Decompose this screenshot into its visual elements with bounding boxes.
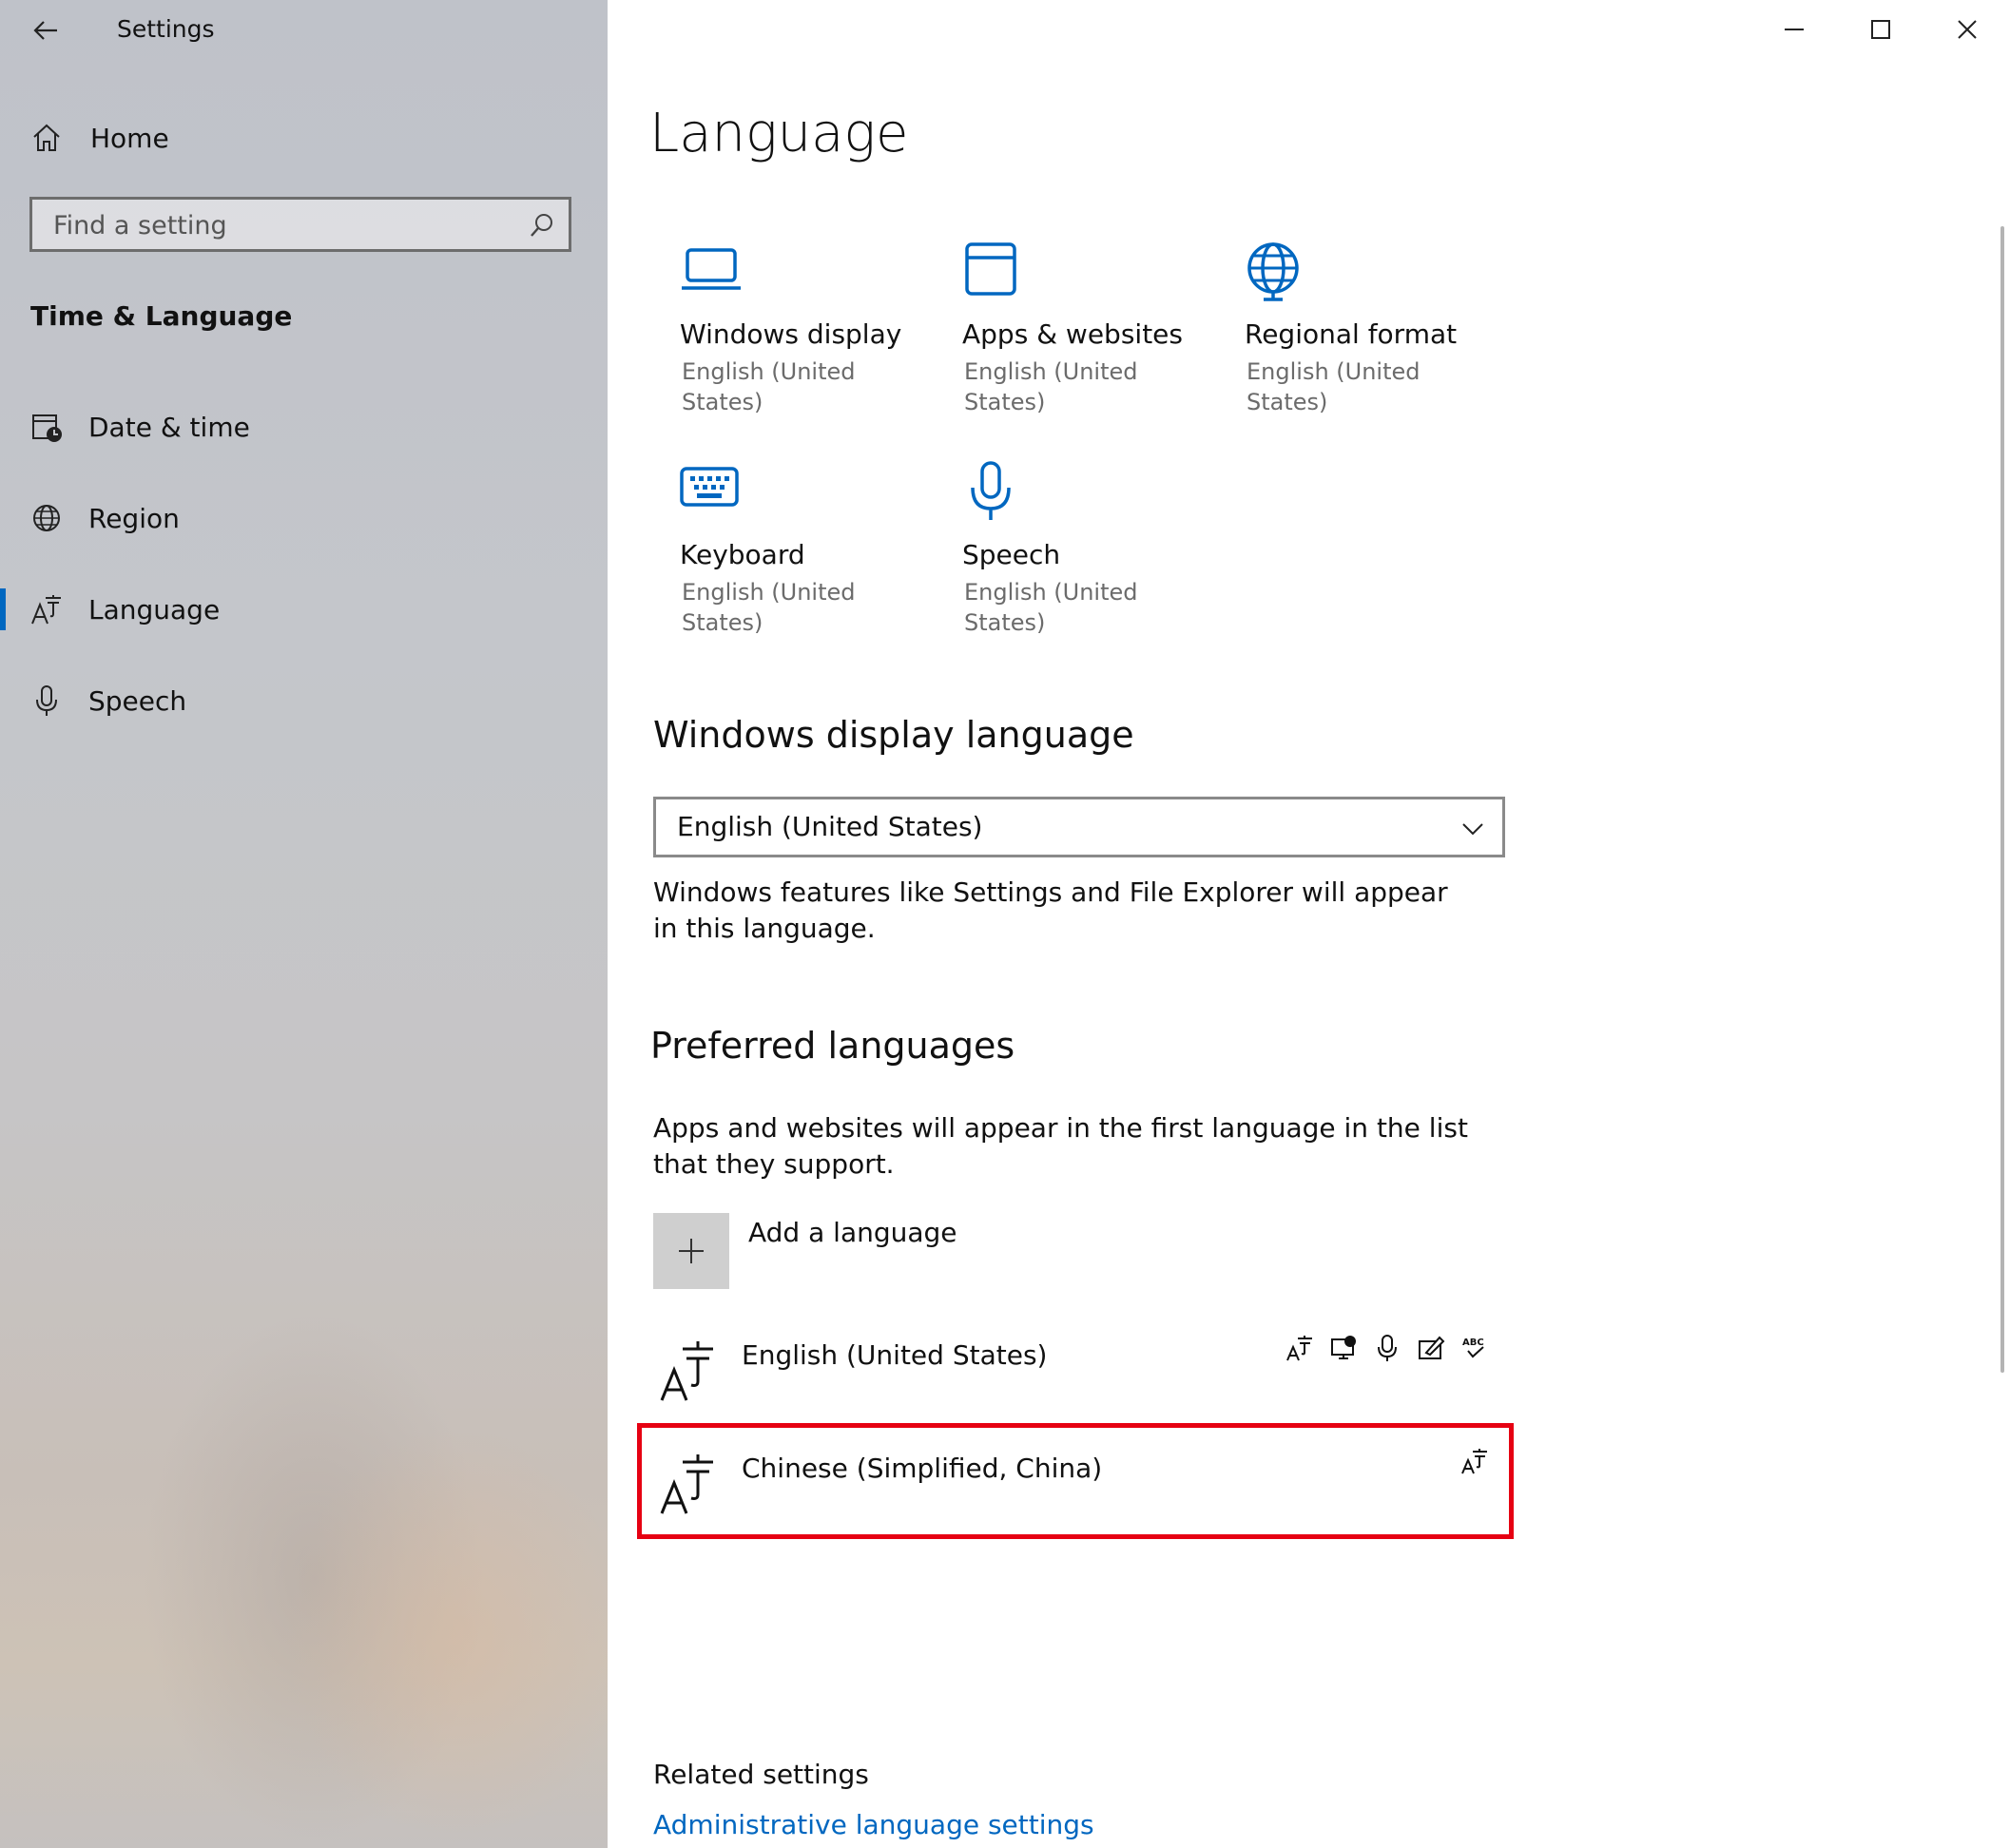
chevron-down-icon <box>1462 823 1483 836</box>
sidebar-item-language[interactable]: Language <box>0 571 608 647</box>
sidebar-item-date-time[interactable]: Date & time <box>0 389 608 465</box>
display-language-description: Windows features like Settings and File … <box>653 876 1448 944</box>
spellcheck-cap-icon: ABC <box>1459 1332 1491 1364</box>
home-icon <box>30 122 63 154</box>
calendar-clock-icon <box>30 411 63 443</box>
maximize-icon <box>1871 20 1890 39</box>
language-icon <box>30 593 63 626</box>
tile-title: Regional format <box>1245 318 1458 350</box>
plus-icon <box>679 1239 704 1263</box>
microphone-icon <box>971 461 1011 520</box>
close-icon <box>1958 20 1977 39</box>
svg-text:ABC: ABC <box>1462 1338 1484 1348</box>
language-name: English (United States) <box>742 1339 1048 1371</box>
dropdown-value: English (United States) <box>677 811 983 842</box>
add-language-label[interactable]: Add a language <box>748 1217 957 1248</box>
tile-title: Keyboard <box>680 539 805 570</box>
tile-subtitle: English (United States) <box>1247 358 1421 415</box>
search-icon[interactable] <box>529 212 555 239</box>
scrollbar[interactable] <box>2000 226 2004 1373</box>
globe-icon <box>1247 242 1299 301</box>
laptop-icon <box>682 248 741 290</box>
minimize-icon <box>1785 29 1804 30</box>
speech-recognition-cap-icon <box>1371 1332 1403 1364</box>
search-input[interactable] <box>51 200 512 251</box>
display-language-cap-icon <box>1284 1332 1316 1364</box>
tile-subtitle: English (United States) <box>964 358 1138 415</box>
sidebar-item-label: Home <box>90 122 169 154</box>
arrow-left-icon <box>33 21 57 40</box>
tile-subtitle: English (United States) <box>964 579 1138 636</box>
keyboard-icon <box>680 467 739 507</box>
sidebar-item-speech[interactable]: Speech <box>0 663 608 739</box>
title-bar: Settings <box>0 0 608 61</box>
tile-subtitle: English (United States) <box>682 579 856 636</box>
preferred-languages-description: Apps and websites will appear in the fir… <box>653 1112 1468 1180</box>
sidebar: Settings Home Time & Language Date & tim… <box>0 0 608 1848</box>
sidebar-item-label: Region <box>88 502 180 534</box>
sidebar-item-label: Date & time <box>88 411 250 443</box>
sidebar-item-label: Speech <box>88 684 187 717</box>
administrative-language-settings-link[interactable]: Administrative language settings <box>653 1809 1094 1840</box>
close-button[interactable] <box>1924 0 2010 59</box>
sidebar-item-region[interactable]: Region <box>0 480 608 556</box>
tile-title: Windows display <box>680 318 902 350</box>
minimize-button[interactable] <box>1751 0 1837 59</box>
related-settings-heading: Related settings <box>653 1759 869 1790</box>
language-icon <box>660 1341 713 1401</box>
sidebar-item-label: Language <box>88 593 221 626</box>
highlight-box <box>637 1423 1514 1539</box>
language-capabilities: ABC <box>1284 1332 1491 1364</box>
page-title: Language <box>649 103 909 164</box>
globe-icon <box>30 502 63 534</box>
display-language-dropdown[interactable]: English (United States) <box>653 797 1505 857</box>
maximize-button[interactable] <box>1838 0 1923 59</box>
background-fog <box>285 1426 608 1844</box>
language-row-english[interactable]: English (United States) ABC <box>637 1326 1514 1433</box>
tile-subtitle: English (United States) <box>682 358 856 415</box>
microphone-icon <box>30 684 63 717</box>
back-button[interactable] <box>27 11 65 49</box>
display-language-heading: Windows display language <box>653 714 1134 756</box>
sidebar-item-home[interactable]: Home <box>0 100 608 176</box>
section-title: Time & Language <box>30 300 293 332</box>
preferred-languages-heading: Preferred languages <box>650 1025 1015 1067</box>
handwriting-cap-icon <box>1415 1332 1447 1364</box>
tile-title: Speech <box>962 539 1061 570</box>
add-language-button[interactable] <box>653 1213 729 1289</box>
tile-title: Apps & websites <box>962 318 1183 350</box>
text-to-speech-cap-icon <box>1327 1332 1360 1364</box>
window-icon <box>965 242 1016 296</box>
search-box <box>29 197 571 252</box>
app-title: Settings <box>117 15 215 43</box>
